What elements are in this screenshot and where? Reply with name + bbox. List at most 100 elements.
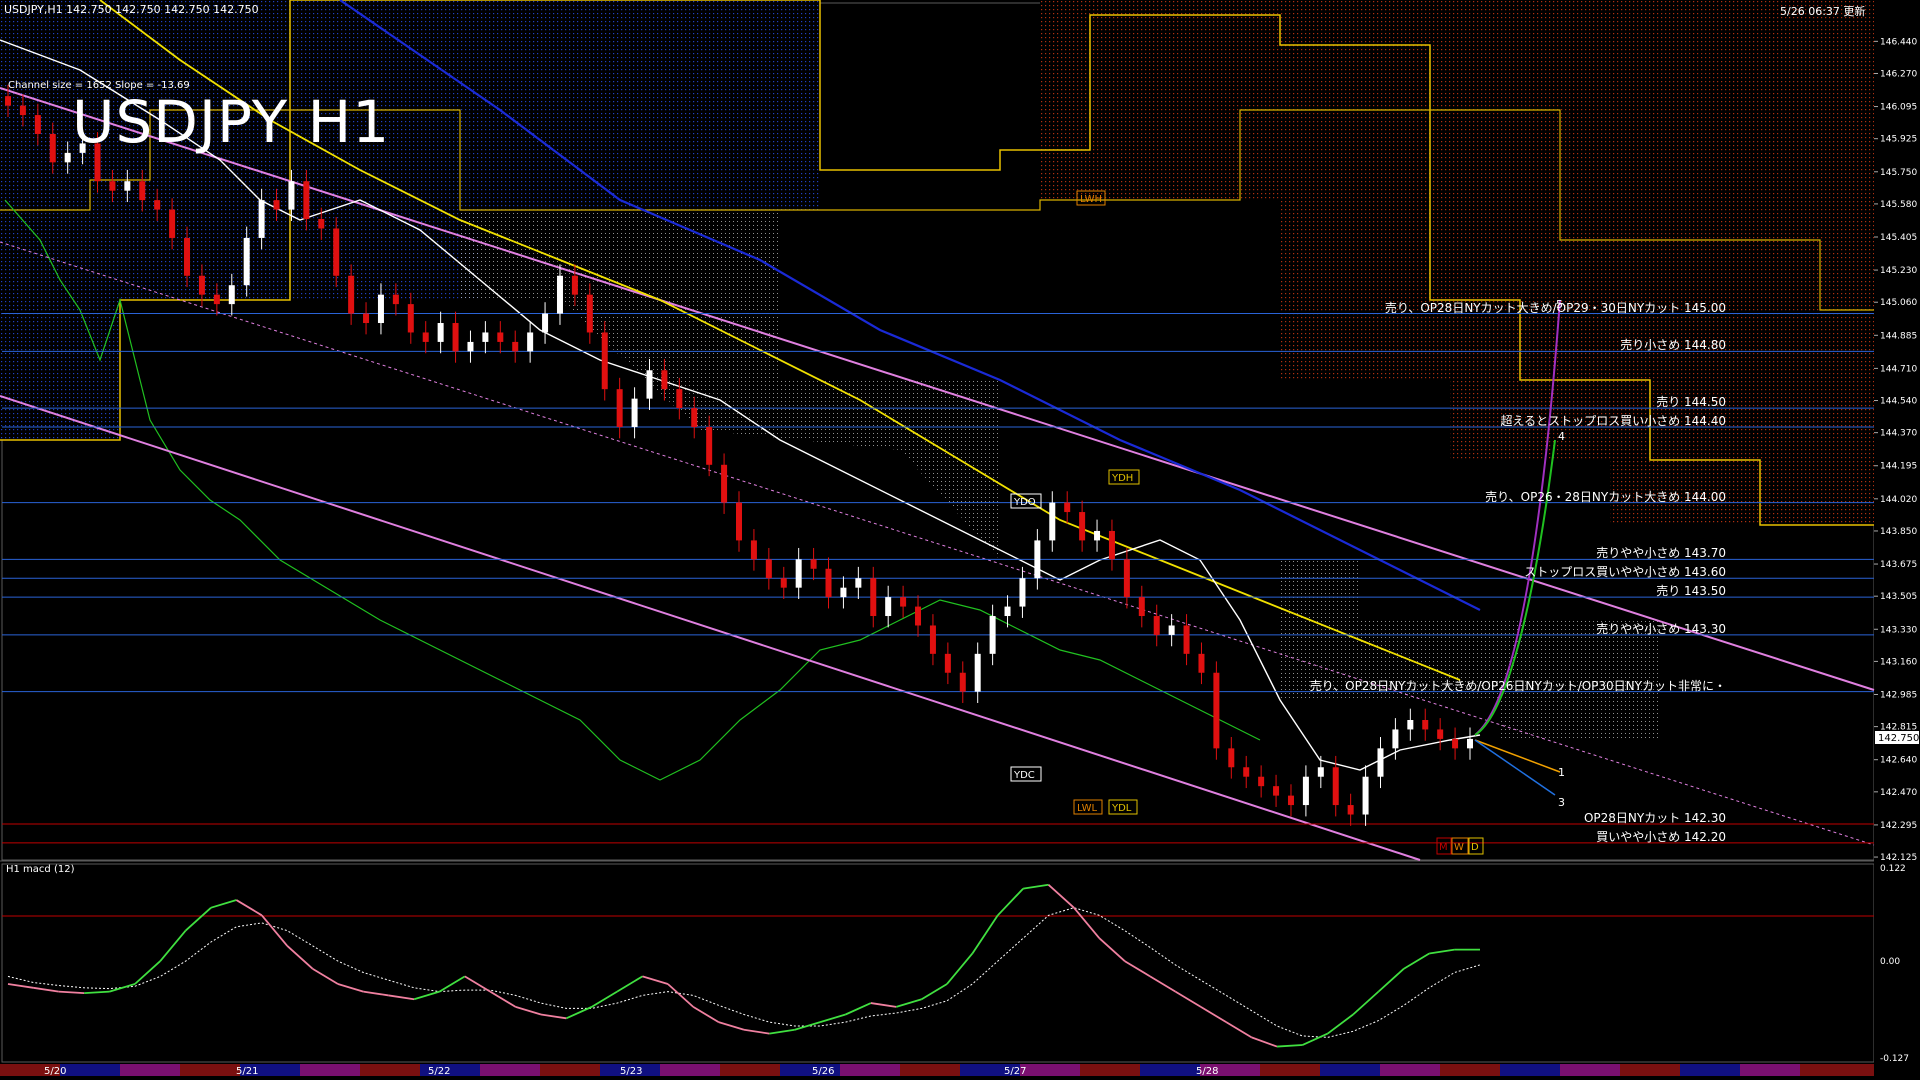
candle-body xyxy=(34,115,41,134)
ytick-label: 142.125 xyxy=(1880,853,1917,863)
candle-body xyxy=(1467,738,1473,749)
ytick-label: 144.885 xyxy=(1880,331,1917,341)
candle-body xyxy=(1019,578,1026,607)
level-label-8: 売りやや小さめ 143.30 xyxy=(1596,621,1726,636)
ytick-label: 144.195 xyxy=(1880,462,1917,472)
candle-body xyxy=(1452,738,1459,749)
candle-body xyxy=(840,587,847,598)
candle-body xyxy=(1094,530,1101,541)
candle-body xyxy=(512,341,519,352)
marker-lwl: LWL xyxy=(1077,803,1098,814)
macd-segment xyxy=(210,899,237,909)
candle-body xyxy=(452,323,459,352)
candle-body xyxy=(1258,776,1265,787)
candle-body xyxy=(482,332,489,342)
marker-ydo: YDO xyxy=(1013,497,1036,508)
candle-body xyxy=(974,653,981,692)
ytick-label: 144.540 xyxy=(1880,397,1917,407)
level-label-4: 売り、OP26・28日NYカット大きめ 144.00 xyxy=(1485,489,1726,504)
candle-body xyxy=(1198,653,1205,673)
candle-body xyxy=(780,578,787,588)
macd-segment xyxy=(870,1002,897,1008)
marker-ydc: YDC xyxy=(1013,770,1035,781)
ytick-label: 145.405 xyxy=(1880,233,1917,243)
macd-segment xyxy=(1098,937,1126,962)
candle-body xyxy=(318,219,325,229)
macd-ytick-label: -0.127 xyxy=(1880,1054,1909,1064)
projection-down-3 xyxy=(1474,739,1556,796)
ytick-label: 143.505 xyxy=(1880,592,1917,602)
candle-body xyxy=(19,105,26,116)
ytick-label: 145.580 xyxy=(1880,200,1917,210)
ytick-label: 143.330 xyxy=(1880,625,1917,635)
macd-segment xyxy=(33,986,59,993)
macd-title: H1 macd (12) xyxy=(6,864,75,875)
ytick-label: 144.020 xyxy=(1880,495,1917,505)
macd-segment xyxy=(971,914,999,954)
candle-body xyxy=(989,616,996,654)
ytick-label: 144.370 xyxy=(1880,429,1917,439)
macd-segment xyxy=(159,929,187,962)
macd-segment xyxy=(642,975,669,985)
candle-body xyxy=(1034,540,1041,579)
candle-body xyxy=(377,294,384,324)
candle-body xyxy=(154,200,161,210)
candle-body xyxy=(1287,795,1294,806)
candle-body xyxy=(184,237,191,276)
candle-body xyxy=(885,597,892,617)
macd-segment xyxy=(515,1006,542,1016)
candle-body xyxy=(900,597,907,607)
last-updated: 5/26 06:37 更新 xyxy=(1780,5,1866,18)
candle-body xyxy=(407,304,414,333)
candle-body xyxy=(333,228,340,276)
candle-body xyxy=(213,294,220,305)
macd-segment xyxy=(388,994,415,1001)
candle-body xyxy=(437,323,444,342)
candle-body xyxy=(49,133,56,163)
macd-segment xyxy=(997,887,1024,916)
level-label-10: OP28日NYカット 142.30 xyxy=(1583,810,1726,825)
level-label-11: 買いやや小さめ 142.20 xyxy=(1596,829,1726,844)
candle-body xyxy=(795,559,802,588)
candle-body xyxy=(586,294,593,333)
macd-segment xyxy=(1149,975,1176,993)
macd-segment xyxy=(109,983,136,993)
candle-body xyxy=(765,559,772,579)
xtick-label: 5/20 xyxy=(44,1066,66,1077)
macd-segment xyxy=(540,1013,567,1020)
candle-body xyxy=(661,370,668,390)
candle-body xyxy=(1064,502,1071,513)
macd-segment xyxy=(1301,1032,1329,1046)
candle-body xyxy=(1243,767,1250,777)
macd-segment xyxy=(1225,1021,1253,1039)
projection-down-1 xyxy=(1474,739,1561,773)
candle-body xyxy=(959,672,966,692)
candle-body xyxy=(1228,748,1235,768)
candle-body xyxy=(273,200,280,210)
xtick-label: 5/28 xyxy=(1196,1066,1218,1077)
ytick-label: 143.160 xyxy=(1880,657,1917,667)
ytick-label: 145.060 xyxy=(1880,298,1917,308)
xtick-label: 5/23 xyxy=(620,1066,642,1077)
candle-body xyxy=(1347,805,1354,815)
macd-segment xyxy=(185,907,212,932)
macd-segment xyxy=(946,952,974,985)
macd-segment xyxy=(1124,960,1151,978)
candle-body xyxy=(1407,720,1414,730)
candle-body xyxy=(750,540,757,560)
date-strip xyxy=(0,1064,1874,1076)
macd-segment xyxy=(896,998,922,1008)
macd-segment xyxy=(667,983,694,1008)
macd-segment xyxy=(489,990,517,1008)
candle-body xyxy=(243,237,250,286)
scenario-3: 3 xyxy=(1558,796,1565,809)
macd-segment xyxy=(692,1006,720,1023)
macd-segment xyxy=(235,899,263,917)
macd-segment xyxy=(337,983,364,993)
candle-body xyxy=(258,200,265,238)
macd-segment xyxy=(1327,1013,1354,1035)
macd-segment xyxy=(845,1002,872,1016)
xtick-label: 5/26 xyxy=(812,1066,834,1077)
candle-body xyxy=(139,181,146,201)
candle-body xyxy=(855,578,862,588)
